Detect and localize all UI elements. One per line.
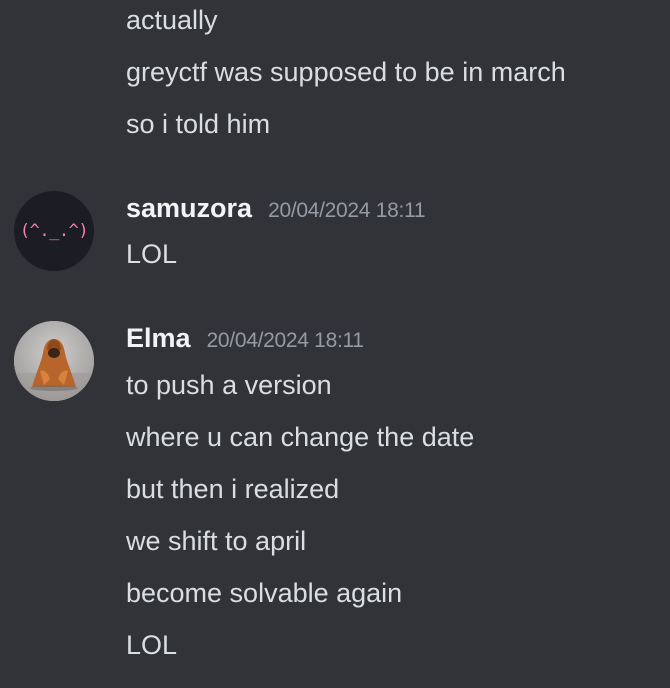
message-timestamp: 20/04/2024 18:11	[206, 329, 364, 352]
avatar-elma[interactable]	[14, 321, 94, 401]
message-text: actually	[126, 5, 218, 35]
message-text: LOL	[126, 239, 178, 269]
message-header: samuzora 20/04/2024 18:11	[126, 193, 426, 224]
message-text: greyctf was supposed to be in march	[126, 57, 566, 87]
message-text: so i told him	[126, 109, 271, 139]
message-text: LOL	[126, 630, 178, 660]
chat-message-list: actually greyctf was supposed to be in m…	[0, 0, 670, 688]
message-text: we shift to april	[126, 526, 307, 556]
username-elma[interactable]: Elma	[126, 323, 191, 354]
hooded-figure-avatar-image	[14, 321, 94, 401]
message-timestamp: 20/04/2024 18:11	[268, 199, 426, 222]
message-header: Elma 20/04/2024 18:11	[126, 323, 364, 354]
avatar-kaomoji: (^._.^)	[19, 221, 89, 241]
message-text: where u can change the date	[126, 422, 475, 452]
message-text: to push a version	[126, 370, 332, 400]
message-text: become solvable again	[126, 578, 403, 608]
username-samuzora[interactable]: samuzora	[126, 193, 252, 224]
avatar-samuzora[interactable]: (^._.^)	[14, 191, 94, 271]
message-text: but then i realized	[126, 474, 340, 504]
